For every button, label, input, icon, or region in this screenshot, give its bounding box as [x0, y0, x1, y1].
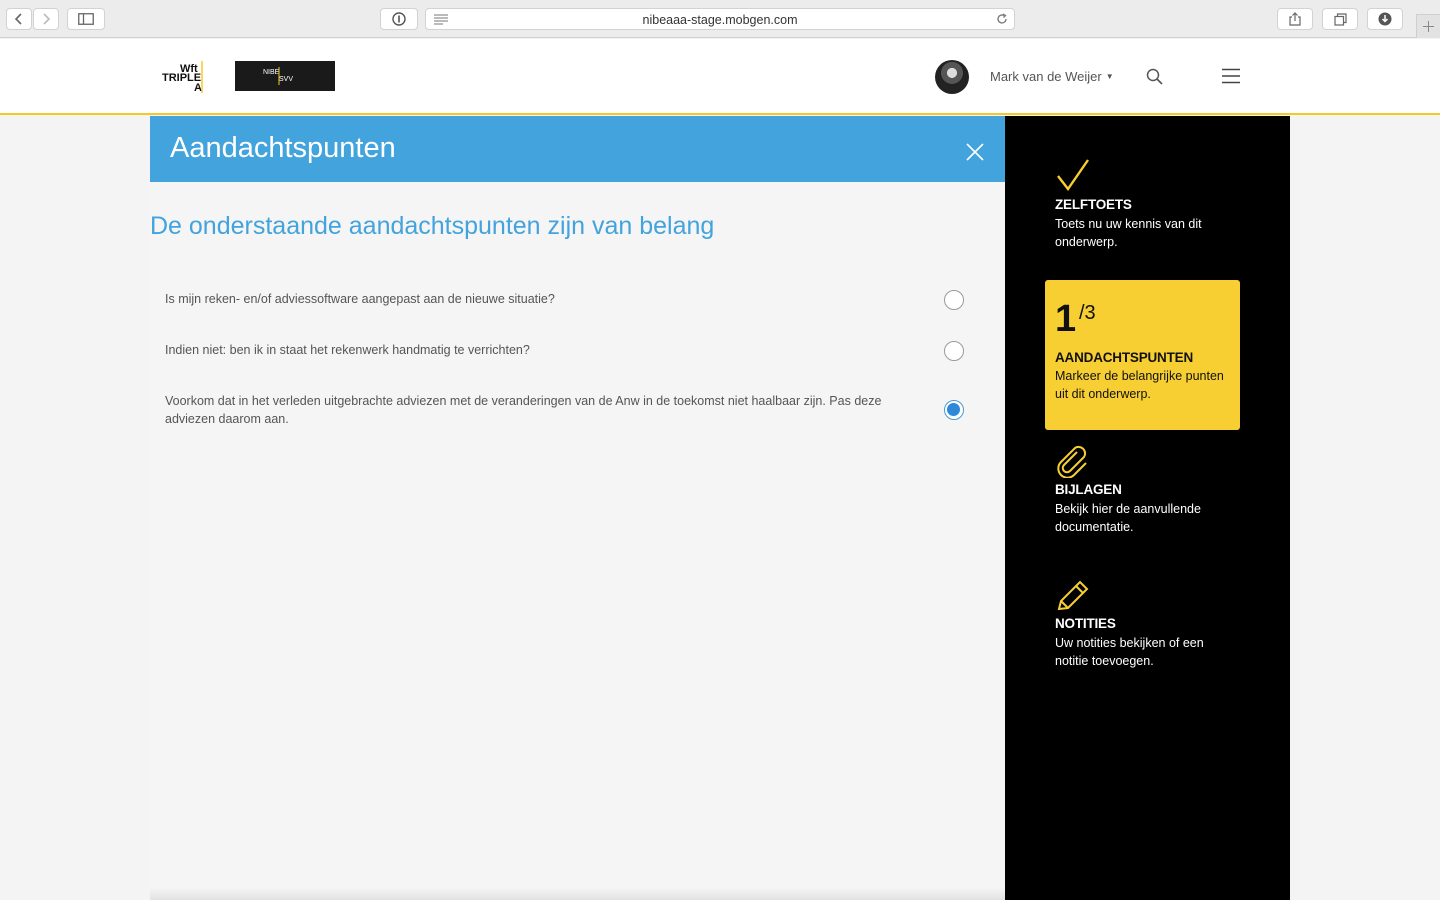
plus-icon [1423, 21, 1434, 32]
sidebar-item-desc: Uw notities bekijken of een notitie toev… [1055, 636, 1204, 668]
sidebar: ZELFTOETS Toets nu uw kennis van dit ond… [1005, 116, 1290, 900]
logo-nibe-line-1: NIBE [263, 69, 280, 76]
hamburger-menu-icon[interactable] [1222, 68, 1240, 84]
search-icon[interactable] [1145, 67, 1165, 87]
url-text: nibeaaa-stage.mobgen.com [642, 13, 798, 27]
pencil-icon [1057, 580, 1089, 611]
wft-triple-a-logo[interactable]: Wft TRIPLE A [160, 61, 206, 93]
sidebar-item-aandachtspunten[interactable]: 1 /3 AANDACHTSPUNTEN Markeer de belangri… [1045, 280, 1240, 430]
downloads-button[interactable] [1367, 8, 1403, 30]
address-bar[interactable]: nibeaaa-stage.mobgen.com [425, 8, 1015, 30]
sidebar-item-bijlagen[interactable]: BIJLAGEN Bekijk hier de aanvullende docu… [1045, 444, 1240, 544]
paperclip-icon [1057, 445, 1087, 478]
sidebar-item-desc: Markeer de belangrijke punten uit dit on… [1055, 369, 1224, 401]
logo-wft-line-3: A [194, 82, 202, 93]
tabs-icon [1333, 12, 1347, 26]
panel-subtitle: De onderstaande aandachtspunten zijn van… [150, 212, 715, 240]
sidebar-item-desc: Bekijk hier de aanvullende documentatie. [1055, 502, 1201, 534]
item-text: Is mijn reken- en/of adviessoftware aang… [165, 292, 555, 306]
share-icon [1289, 12, 1301, 26]
panel-bottom-shadow [150, 888, 1005, 900]
item-text: Voorkom dat in het verleden uitgebrachte… [165, 394, 882, 426]
panel-content: De onderstaande aandachtspunten zijn van… [150, 182, 1005, 900]
forward-button[interactable] [33, 8, 59, 30]
sidebar-item-title: ZELFTOETS [1055, 197, 1132, 212]
user-name: Mark van de Weijer [990, 69, 1102, 84]
item-radio[interactable] [944, 290, 964, 310]
nibe-svv-logo[interactable]: NIBE SVV [235, 61, 335, 91]
back-button[interactable] [6, 8, 32, 30]
privacy-button[interactable] [380, 8, 418, 30]
share-button[interactable] [1277, 8, 1313, 30]
close-icon[interactable] [965, 142, 985, 162]
page-title: Aandachtspunten [170, 132, 396, 164]
checkmark-icon [1057, 159, 1089, 192]
sidebar-item-desc: Toets nu uw kennis van dit onderwerp. [1055, 217, 1202, 249]
info-icon [392, 12, 406, 26]
sidebar-icon [78, 13, 94, 25]
sidebar-item-notities[interactable]: NOTITIES Uw notities bekijken of een not… [1045, 578, 1240, 678]
item-radio[interactable] [944, 341, 964, 361]
browser-toolbar: nibeaaa-stage.mobgen.com [0, 0, 1440, 38]
sidebar-item-title: AANDACHTSPUNTEN [1055, 350, 1193, 365]
chevron-right-icon [43, 13, 51, 25]
chevron-left-icon [14, 13, 22, 25]
caret-down-icon: ▼ [1105, 72, 1114, 81]
avatar[interactable] [935, 60, 969, 94]
sidebar-item-title: NOTITIES [1055, 616, 1116, 631]
item-radio-checked[interactable] [944, 400, 964, 420]
user-menu[interactable]: Mark van de Weijer ▼ [990, 69, 1114, 84]
progress-total: /3 [1079, 302, 1096, 324]
sidebar-item-title: BIJLAGEN [1055, 482, 1122, 497]
progress-current: 1 [1055, 298, 1077, 340]
sidebar-toggle-button[interactable] [67, 8, 105, 30]
download-icon [1378, 12, 1392, 26]
tabs-button[interactable] [1322, 8, 1358, 30]
sidebar-item-zelftoets[interactable]: ZELFTOETS Toets nu uw kennis van dit ond… [1045, 156, 1240, 256]
item-text: Indien niet: ben ik in staat het rekenwe… [165, 343, 530, 357]
panel-title-bar: Aandachtspunten [150, 116, 1005, 182]
reload-icon[interactable] [996, 13, 1008, 25]
logo-nibe-line-2: SVV [279, 76, 293, 83]
site-header: Wft TRIPLE A NIBE SVV Mark van de Weijer… [0, 39, 1440, 115]
new-tab-button[interactable] [1416, 14, 1440, 38]
